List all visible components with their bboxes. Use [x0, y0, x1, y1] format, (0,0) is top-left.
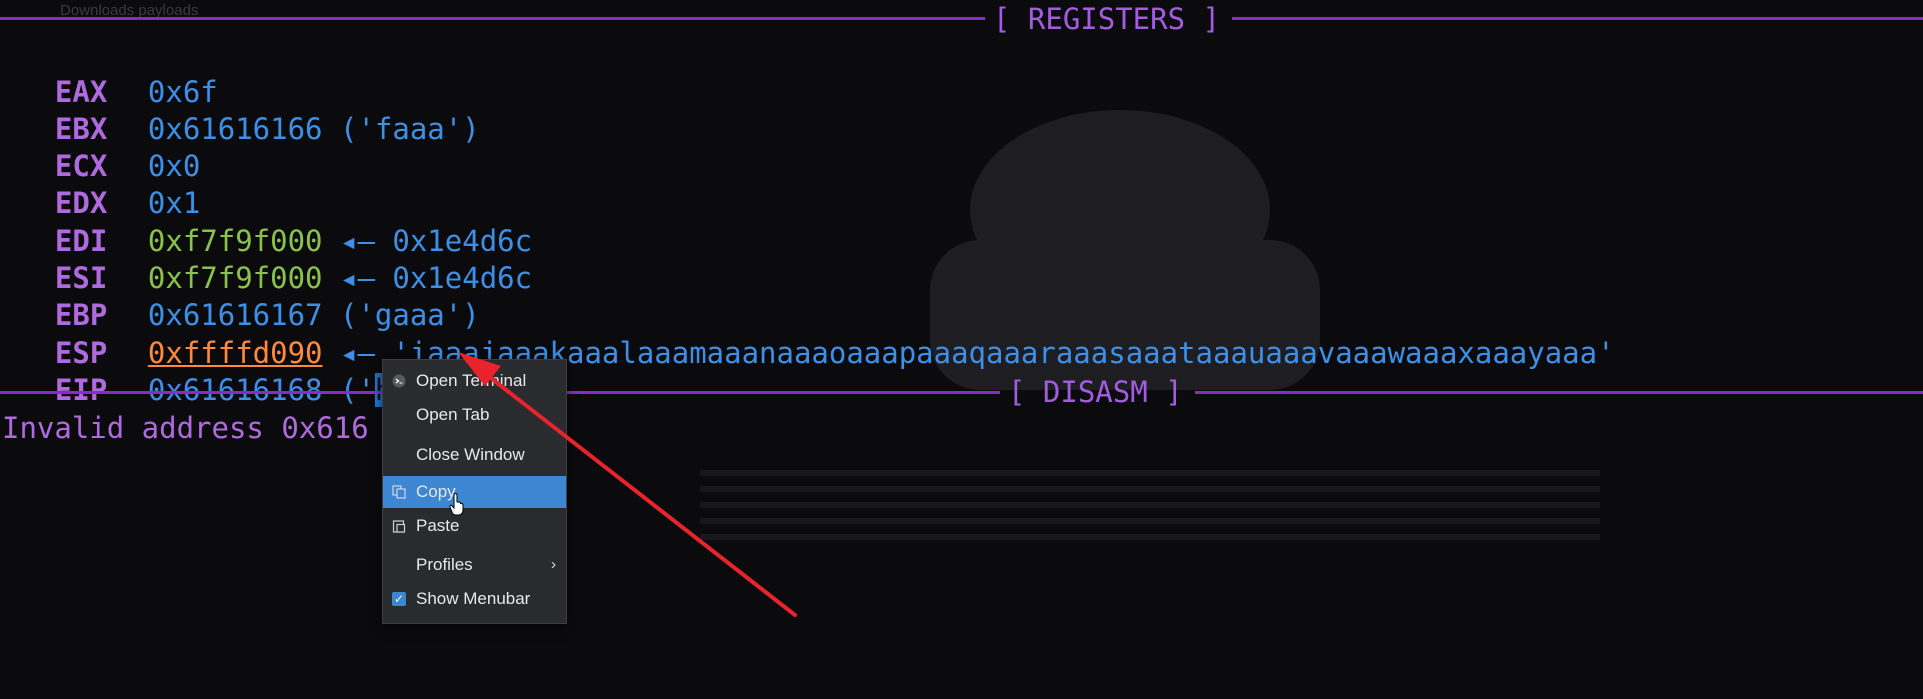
menu-item-paste[interactable]: Paste: [383, 510, 566, 542]
register-row-edi: EDI 0xf7f9f000 ◂— 0x1e4d6c: [20, 186, 532, 258]
menu-item-label: Close Window: [416, 445, 525, 464]
menu-item-open-terminal[interactable]: Open Terminal: [383, 365, 566, 397]
register-note-prefix: (': [340, 373, 375, 407]
register-row-esi: ESI 0xf7f9f000 ◂— 0x1e4d6c: [20, 223, 532, 295]
register-row-esp: ESP 0xffffd090 ◂— 'iaaajaaakaaalaaamaaana…: [20, 298, 1615, 370]
register-value: 0x61616168: [147, 373, 323, 407]
registers-rule-left: [0, 17, 985, 20]
context-menu: Open Terminal Open Tab Close Window Copy…: [382, 359, 567, 624]
menu-item-label: Open Tab: [416, 405, 490, 424]
disasm-rule-right: [1195, 391, 1923, 394]
menu-item-show-menubar[interactable]: ✓ Show Menubar: [383, 583, 566, 615]
register-row-edx: EDX 0x1: [20, 148, 200, 220]
menu-item-profiles[interactable]: Profiles ›: [383, 549, 566, 581]
disasm-banner: [ DISASM ]: [1008, 375, 1183, 409]
menu-item-open-tab[interactable]: Open Tab: [383, 399, 566, 431]
menu-item-label: Profiles: [416, 555, 473, 574]
menu-item-label: Show Menubar: [416, 589, 531, 608]
paste-icon: [392, 520, 406, 533]
chevron-right-icon: ›: [551, 556, 556, 573]
checkbox-icon[interactable]: ✓: [392, 592, 406, 606]
terminal-icon: [392, 374, 406, 388]
register-row-ecx: ECX 0x0: [20, 111, 200, 183]
register-row-ebx: EBX 0x61616166 ('faaa'): [20, 74, 480, 146]
register-row-eax: EAX 0x6f: [20, 37, 218, 109]
register-note: ('faaa'): [340, 112, 480, 146]
copy-icon: [392, 485, 406, 499]
menu-item-label: Open Terminal: [416, 371, 527, 390]
menu-item-copy[interactable]: Copy: [383, 476, 566, 508]
hand-cursor-icon: [449, 493, 464, 516]
registers-rule-right: [1232, 17, 1923, 20]
invalid-address-message: Invalid address 0x616: [2, 411, 369, 445]
register-row-ebp: EBP 0x61616167 ('gaaa'): [20, 260, 480, 332]
menu-item-close-window[interactable]: Close Window: [383, 439, 566, 471]
registers-banner: [ REGISTERS ]: [993, 2, 1220, 36]
register-note: 'iaaajaaakaaalaaamaaanaaaoaaapaaaqaaaraa…: [392, 336, 1615, 370]
